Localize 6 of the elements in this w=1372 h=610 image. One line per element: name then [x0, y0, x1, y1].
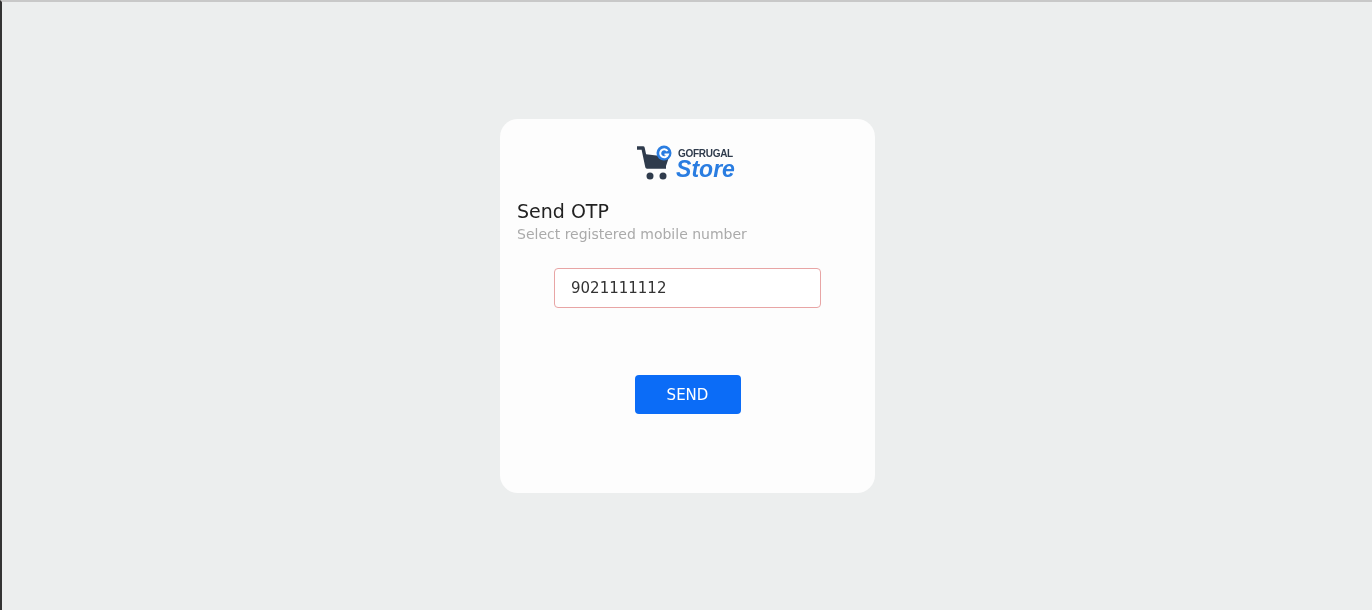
brand-name: GOFRUGAL — [678, 149, 734, 159]
send-button[interactable]: SEND — [634, 375, 741, 414]
page-heading: Send OTP — [517, 199, 610, 224]
product-name: Store — [676, 158, 735, 181]
mobile-number-field[interactable]: 9021111112 — [554, 268, 821, 308]
page-subheading: Select registered mobile number — [517, 225, 748, 244]
